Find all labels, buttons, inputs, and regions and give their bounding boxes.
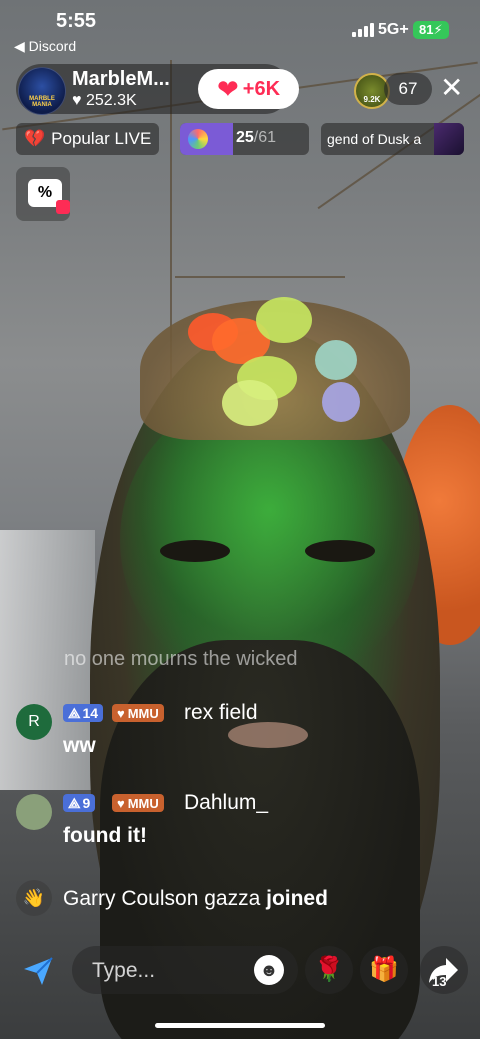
rank-text: 25/61 xyxy=(236,129,276,147)
comment-text: found it! xyxy=(63,824,147,847)
comment-username[interactable]: rex field xyxy=(184,701,258,725)
heart-icon: ❤ xyxy=(216,73,239,104)
host-likes-count: ♥ 252.3K xyxy=(72,92,137,109)
comment-avatar[interactable]: R xyxy=(16,704,52,740)
battery-level: 81 xyxy=(419,22,434,37)
comment-avatar[interactable] xyxy=(16,794,52,830)
joined-text: Garry Coulson gazza joined xyxy=(63,887,328,911)
fan-club-label: MMU xyxy=(127,705,159,721)
signal-icon xyxy=(352,23,374,37)
level-icon: ⟁ xyxy=(68,704,81,721)
level-icon: ⟁ xyxy=(68,794,81,811)
home-indicator[interactable] xyxy=(155,1023,325,1028)
clock: 5:55 xyxy=(56,10,97,32)
comment-text: ww xyxy=(63,734,96,757)
game-thumbnail xyxy=(434,123,464,155)
follow-button-label: +6K xyxy=(242,77,281,100)
level-value: 9 xyxy=(82,795,91,811)
back-to-app-link[interactable]: ◀ Discord xyxy=(14,38,76,55)
game-tag[interactable]: gend of Dusk a xyxy=(321,123,464,155)
promo-badge xyxy=(56,200,70,214)
live-video-frame xyxy=(0,0,480,1039)
level-badge: ⟁ 14 xyxy=(63,704,104,722)
host-logo-text: MARBLE MANIA xyxy=(29,96,55,108)
gift-icon[interactable]: 🎁 xyxy=(360,946,408,994)
viewer-count[interactable]: 67 xyxy=(384,73,432,105)
comment-username[interactable]: Dahlum_ xyxy=(184,791,268,815)
broken-heart-icon: 💔 xyxy=(24,129,46,148)
charging-icon: ⚡ xyxy=(433,22,443,37)
fan-club-label: MMU xyxy=(127,795,159,811)
popular-live-label: Popular LIVE xyxy=(51,129,152,148)
fan-club-badge: ♥ MMU xyxy=(112,794,164,812)
game-title: gend of Dusk a xyxy=(327,131,422,147)
level-value: 14 xyxy=(82,705,99,721)
joined-action: joined xyxy=(266,887,328,910)
rank-total: /61 xyxy=(253,129,277,146)
heart-shield-icon: ♥ xyxy=(117,795,125,811)
comment-input[interactable] xyxy=(90,946,244,996)
like-follow-button[interactable]: ❤ +6K xyxy=(198,69,299,109)
level-badge: ⟁ 9 xyxy=(63,794,96,812)
send-icon[interactable] xyxy=(22,955,54,987)
caption-text: no one mourns the wicked xyxy=(64,648,298,670)
share-count: 13 xyxy=(432,974,447,989)
heart-shield-icon: ♥ xyxy=(117,705,125,721)
rose-gift-icon[interactable]: 🌹 xyxy=(305,946,353,994)
fan-club-badge: ♥ MMU xyxy=(112,704,164,722)
rank-badge-icon xyxy=(188,129,208,149)
joined-username[interactable]: Garry Coulson gazza xyxy=(63,887,260,910)
promo-widget[interactable]: % xyxy=(16,167,70,221)
status-bar: 5:55 ◀ Discord 5G+ 81⚡ xyxy=(0,0,480,58)
wave-hand-icon[interactable]: 👋 xyxy=(16,880,52,916)
emoji-icon[interactable]: ☻ xyxy=(254,955,284,985)
host-name[interactable]: MarbleM... xyxy=(72,68,170,91)
ranking-pill[interactable]: 25/61 xyxy=(180,123,309,155)
popular-live-tag[interactable]: 💔 Popular LIVE xyxy=(16,123,159,155)
host-avatar[interactable]: MARBLE MANIA xyxy=(18,67,66,115)
top-viewer-label: 9.2K xyxy=(363,95,381,104)
rank-current: 25 xyxy=(236,129,254,146)
close-icon[interactable]: ✕ xyxy=(440,74,463,102)
battery-indicator: 81⚡ xyxy=(413,21,449,39)
network-label: 5G+ xyxy=(378,21,409,38)
